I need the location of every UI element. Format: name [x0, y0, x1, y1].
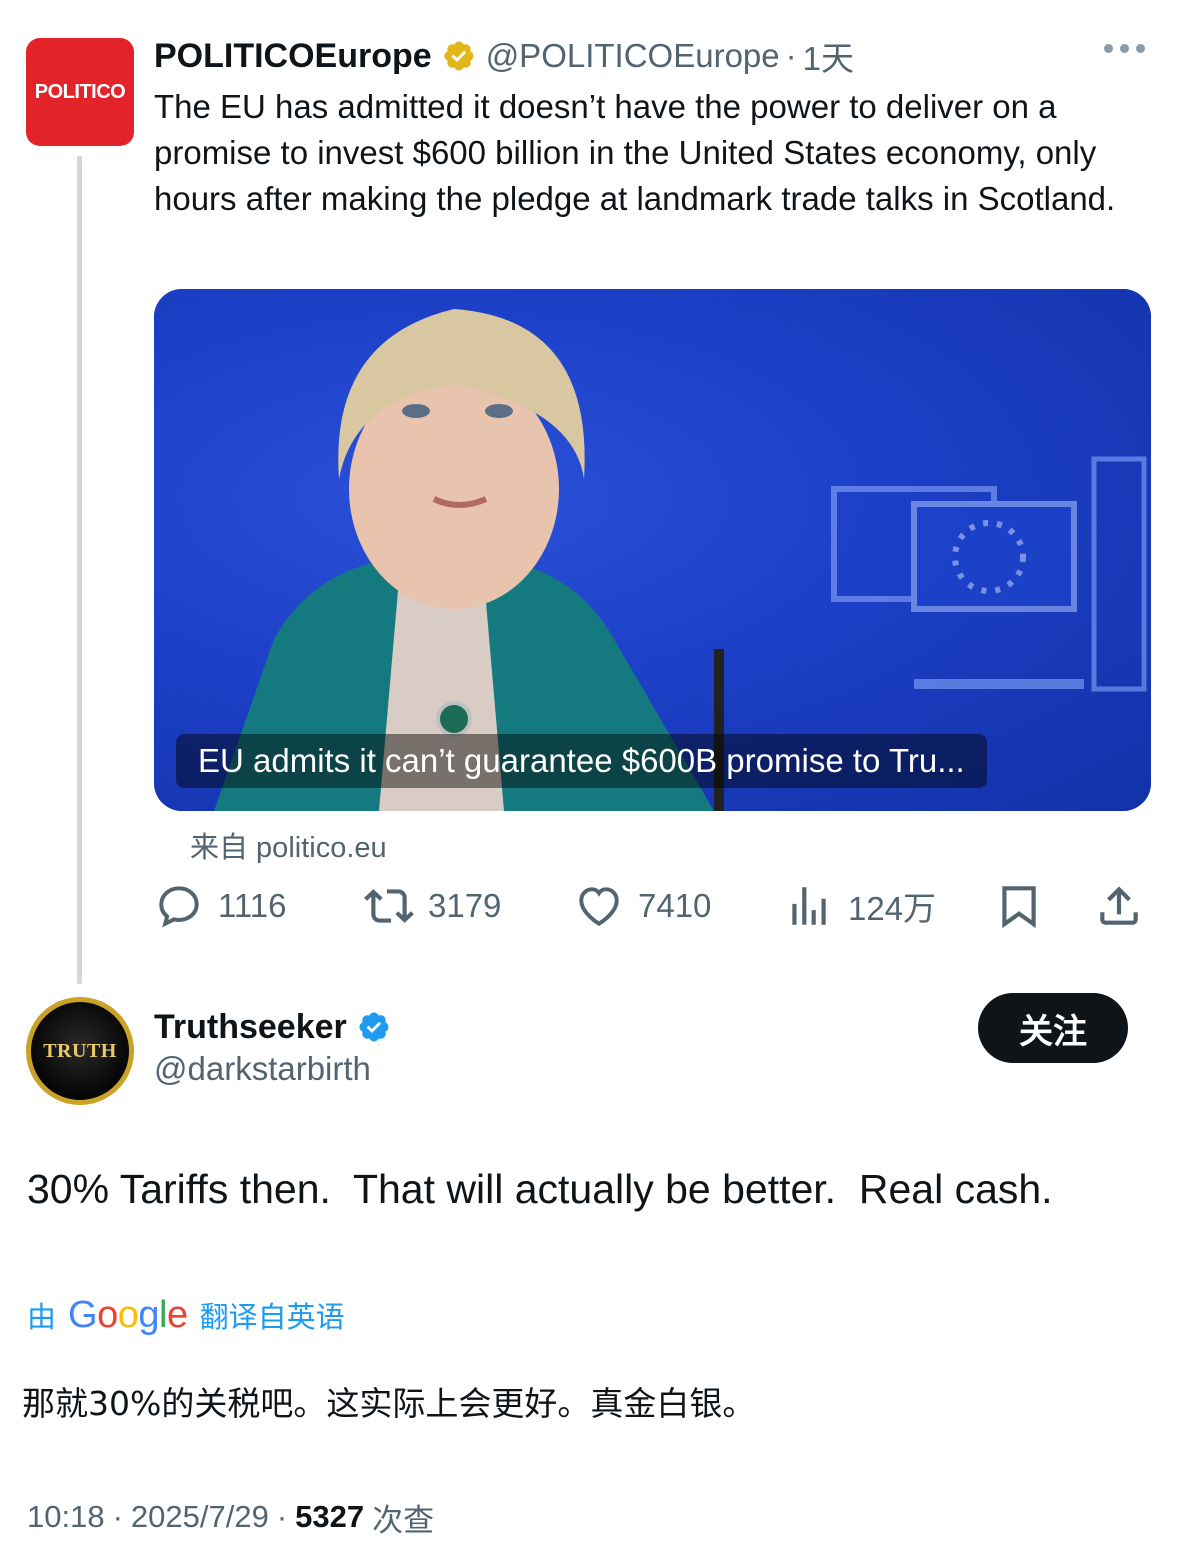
- verified-badge-icon: [359, 1012, 389, 1042]
- display-name[interactable]: POLITICOEurope: [154, 37, 432, 76]
- card-caption: EU admits it can’t guarantee $600B promi…: [176, 734, 987, 788]
- bookmark-icon: [1002, 886, 1036, 929]
- verified-badge-icon: [444, 41, 474, 71]
- translate-suffix: 翻译自英语: [199, 1302, 345, 1334]
- handle[interactable]: @darkstarbirth: [154, 1050, 371, 1088]
- avatar[interactable]: POLITICO: [26, 38, 134, 146]
- post-time[interactable]: 1天: [803, 32, 854, 80]
- google-logo: Google: [68, 1293, 188, 1336]
- repost-count: 3179: [428, 887, 502, 924]
- display-name[interactable]: Truthseeker: [154, 1006, 391, 1048]
- post-time[interactable]: 10:18: [27, 1499, 105, 1535]
- reply-icon: [159, 886, 199, 928]
- action-bar: 1116 3179 7410 124万: [154, 878, 1154, 934]
- views-count: 124万: [848, 890, 937, 927]
- views-label: 次查: [372, 1502, 435, 1538]
- reply-button[interactable]: 1116: [154, 878, 287, 934]
- like-count: 7410: [638, 887, 712, 924]
- more-options-icon[interactable]: [1104, 44, 1145, 53]
- separator: ·: [785, 37, 797, 74]
- separator: ·: [276, 1499, 288, 1534]
- display-name-text: Truthseeker: [154, 1007, 347, 1046]
- translate-prefix: 由: [27, 1302, 57, 1334]
- views-button[interactable]: 124万: [784, 878, 936, 934]
- post-meta: 10:18 · 2025/7/29 · 5327 次查: [27, 1495, 434, 1539]
- views-count: 5327: [295, 1499, 365, 1534]
- translated-text: 那就30%的关税吧。这实际上会更好。真金白银。: [22, 1384, 756, 1423]
- tweet-text: 30% Tariffs then. That will actually be …: [27, 1166, 1053, 1212]
- share-icon: [1100, 886, 1138, 925]
- reply-count: 1116: [218, 887, 287, 924]
- post-date[interactable]: 2025/7/29: [131, 1499, 269, 1535]
- follow-button[interactable]: 关注: [978, 993, 1128, 1063]
- tweet-header: POLITICOEurope @POLITICOEurope · 1天: [154, 34, 854, 78]
- card-source[interactable]: 来自 politico.eu: [190, 824, 387, 866]
- bookmark-button[interactable]: [994, 878, 1058, 934]
- avatar-logo-text: TRUTH: [43, 1039, 117, 1062]
- handle[interactable]: @POLITICOEurope: [486, 37, 780, 75]
- link-card[interactable]: EU admits it can’t guarantee $600B promi…: [154, 289, 1151, 811]
- avatar[interactable]: TRUTH: [26, 997, 134, 1105]
- repost-button[interactable]: 3179: [364, 878, 501, 934]
- tweet-text: The EU has admitted it doesn’t have the …: [154, 88, 1116, 217]
- views-chart-icon: [792, 887, 826, 925]
- thread-connector-line: [77, 156, 82, 984]
- heart-icon: [579, 887, 619, 927]
- avatar-logo-text: POLITICO: [34, 80, 126, 103]
- card-photo-illustration: [214, 309, 1147, 811]
- separator: ·: [112, 1499, 123, 1534]
- like-button[interactable]: 7410: [574, 878, 711, 934]
- share-button[interactable]: [1094, 878, 1158, 934]
- translate-attribution[interactable]: 由 Google 翻译自英语: [27, 1290, 345, 1340]
- repost-icon: [364, 889, 414, 923]
